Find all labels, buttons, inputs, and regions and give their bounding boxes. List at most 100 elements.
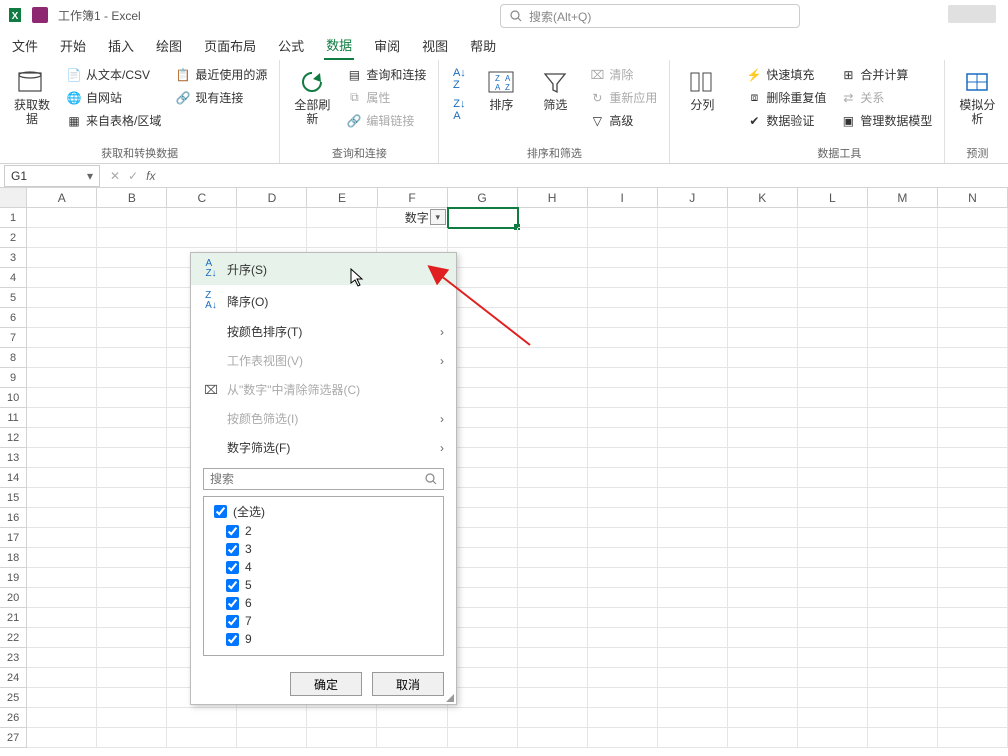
column-header[interactable]: G <box>448 188 518 208</box>
cell[interactable] <box>938 328 1008 348</box>
cell[interactable] <box>518 488 588 508</box>
cell[interactable] <box>448 308 518 328</box>
cell[interactable] <box>448 328 518 348</box>
cell[interactable] <box>868 348 938 368</box>
cell[interactable] <box>27 388 97 408</box>
cell[interactable] <box>27 708 97 728</box>
user-avatar[interactable] <box>948 5 996 23</box>
cell[interactable] <box>518 708 588 728</box>
cell[interactable] <box>658 668 728 688</box>
cell[interactable] <box>97 308 167 328</box>
cell[interactable] <box>868 388 938 408</box>
cell[interactable] <box>938 588 1008 608</box>
cell[interactable] <box>588 548 658 568</box>
cell[interactable] <box>97 388 167 408</box>
cell[interactable] <box>518 648 588 668</box>
cell[interactable] <box>27 468 97 488</box>
cell[interactable] <box>448 368 518 388</box>
row-header[interactable]: 16 <box>0 508 27 528</box>
from-web-button[interactable]: 🌐自网站 <box>62 87 165 108</box>
cell[interactable] <box>97 508 167 528</box>
save-icon[interactable] <box>32 7 48 23</box>
cell[interactable] <box>588 348 658 368</box>
cell[interactable] <box>588 368 658 388</box>
cell[interactable] <box>27 608 97 628</box>
cell[interactable] <box>938 488 1008 508</box>
cell[interactable] <box>448 288 518 308</box>
cell[interactable] <box>588 268 658 288</box>
cell[interactable] <box>728 288 798 308</box>
filter-checkbox[interactable] <box>226 597 239 610</box>
row-header[interactable]: 26 <box>0 708 27 728</box>
cell[interactable] <box>448 588 518 608</box>
cell[interactable] <box>798 388 868 408</box>
cell[interactable] <box>798 488 868 508</box>
filter-checkbox-item[interactable]: 4 <box>208 558 439 576</box>
cell[interactable] <box>728 568 798 588</box>
cell[interactable] <box>728 428 798 448</box>
cell[interactable] <box>658 288 728 308</box>
cell[interactable] <box>588 488 658 508</box>
row-header[interactable]: 15 <box>0 488 27 508</box>
cell[interactable] <box>658 408 728 428</box>
column-header[interactable]: I <box>588 188 658 208</box>
cell[interactable] <box>658 688 728 708</box>
cell[interactable] <box>27 448 97 468</box>
cell[interactable] <box>588 408 658 428</box>
column-header[interactable]: C <box>167 188 237 208</box>
row-header[interactable]: 12 <box>0 428 27 448</box>
cell[interactable] <box>728 248 798 268</box>
row-header[interactable]: 18 <box>0 548 27 568</box>
cell[interactable] <box>938 408 1008 428</box>
row-header[interactable]: 23 <box>0 648 27 668</box>
column-header[interactable]: D <box>237 188 307 208</box>
cell[interactable] <box>518 388 588 408</box>
cell[interactable] <box>97 428 167 448</box>
cell[interactable] <box>658 348 728 368</box>
cell[interactable] <box>658 708 728 728</box>
cell[interactable] <box>518 208 588 228</box>
cell[interactable] <box>27 508 97 528</box>
cell[interactable] <box>868 528 938 548</box>
cell[interactable] <box>518 368 588 388</box>
tab-review[interactable]: 审阅 <box>372 32 402 59</box>
cell[interactable] <box>868 468 938 488</box>
filter-checkbox-item[interactable]: 7 <box>208 612 439 630</box>
cell[interactable] <box>798 208 868 228</box>
select-all-corner[interactable] <box>0 188 27 208</box>
cell[interactable] <box>97 628 167 648</box>
cell[interactable] <box>588 708 658 728</box>
cell[interactable] <box>27 668 97 688</box>
row-header[interactable]: 10 <box>0 388 27 408</box>
row-header[interactable]: 8 <box>0 348 27 368</box>
cell[interactable] <box>588 628 658 648</box>
cell[interactable] <box>448 568 518 588</box>
cell[interactable] <box>448 628 518 648</box>
cell[interactable] <box>938 688 1008 708</box>
filter-checkbox[interactable] <box>226 525 239 538</box>
cell[interactable] <box>588 228 658 248</box>
cell[interactable] <box>377 228 447 248</box>
filter-checkbox[interactable] <box>226 615 239 628</box>
cell[interactable] <box>658 628 728 648</box>
cell[interactable] <box>97 368 167 388</box>
cell[interactable] <box>728 668 798 688</box>
cell[interactable] <box>97 568 167 588</box>
cell[interactable] <box>728 708 798 728</box>
cell[interactable] <box>27 308 97 328</box>
cell[interactable] <box>658 328 728 348</box>
cell[interactable] <box>798 248 868 268</box>
cell[interactable] <box>588 668 658 688</box>
cell[interactable] <box>938 208 1008 228</box>
cell[interactable]: 数字▾ <box>377 208 447 228</box>
cell[interactable] <box>938 228 1008 248</box>
cell[interactable] <box>658 208 728 228</box>
filter-checkbox[interactable] <box>226 579 239 592</box>
cell[interactable] <box>588 648 658 668</box>
cell[interactable] <box>728 488 798 508</box>
cell[interactable] <box>97 548 167 568</box>
row-header[interactable]: 1 <box>0 208 27 228</box>
row-header[interactable]: 4 <box>0 268 27 288</box>
fx-icon[interactable]: fx <box>146 169 155 183</box>
cell[interactable] <box>237 208 307 228</box>
